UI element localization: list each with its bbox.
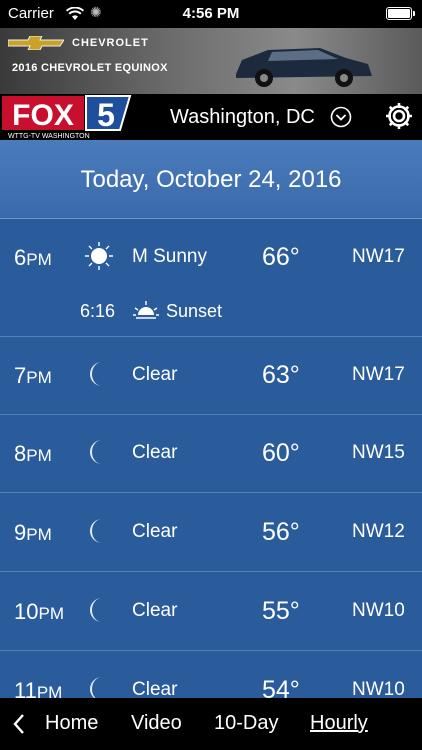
condition-label: Clear [132,679,178,698]
sunset-label: Sunset [166,301,223,321]
condition-label: Clear [132,442,178,463]
ad-model: 2016 CHEVROLET EQUINOX [12,62,168,74]
chevrolet-bowtie-logo [8,36,64,50]
wind-label: NW17 [352,364,405,385]
forecast-date: Today, October 24, 2016 [80,166,342,193]
ad-brand: CHEVROLET [72,37,149,49]
hourly-row: 11PM Clear 54° NW10 [0,652,422,698]
hourly-row: 6PM M Sunny 66° NW17 6:16 Sunset [0,219,422,337]
hour-label: 11PM [14,678,63,698]
wind-label: NW15 [352,442,405,463]
bottom-nav: Home Video 10-Day Hourly [0,698,422,750]
nav-video[interactable]: Video [131,712,182,735]
moon-icon [90,440,102,464]
temperature-label: 60° [262,439,300,467]
condition-label: Clear [132,600,178,621]
status-time: 4:56 PM [182,5,240,22]
date-bar: Today, October 24, 2016 [0,140,422,219]
gear-icon[interactable] [384,101,414,131]
nav-hourly[interactable]: Hourly [310,712,368,735]
wind-label: NW12 [352,521,405,542]
sunset-time: 6:16 [80,301,116,321]
condition-label: Clear [132,521,178,542]
temperature-label: 55° [262,597,300,625]
location-selector[interactable]: Washington, DC [170,106,315,129]
wind-label: NW10 [352,679,405,698]
temperature-label: 66° [262,243,300,271]
logo-sub: WTTG-TV WASHINGTON [8,133,90,140]
logo-main: FOX [12,99,74,132]
moon-icon [90,598,102,622]
battery-icon [386,7,415,20]
hourly-row: 8PM Clear 60° NW15 [0,415,422,493]
car-image [236,48,372,87]
temperature-label: 63° [262,361,300,389]
hourly-list[interactable]: 6PM M Sunny 66° NW17 6:16 Sunset 7PM Cle… [0,219,422,698]
hour-label: 7PM [14,363,52,388]
status-bar: Carrier ✺ 4:56 PM [0,0,422,28]
hourly-row: 9PM Clear 56° NW12 [0,494,422,572]
ad-banner[interactable]: CHEVROLET 2016 CHEVROLET EQUINOX [0,28,422,94]
sun-icon [85,242,113,270]
hourly-row: 7PM Clear 63° NW17 [0,337,422,415]
wind-label: NW10 [352,600,405,621]
condition-label: M Sunny [132,246,207,267]
fox5-logo[interactable]: FOX 5 WTTG-TV WASHINGTON [0,94,138,140]
hour-label: 6PM [14,245,52,270]
moon-icon [90,677,102,698]
condition-label: Clear [132,364,178,385]
chevron-down-icon[interactable] [330,106,352,128]
hourly-row: 10PM Clear 55° NW10 [0,573,422,651]
moon-icon [90,519,102,543]
temperature-label: 56° [262,518,300,546]
nav-home[interactable]: Home [45,712,98,735]
wind-label: NW17 [352,246,405,267]
sunset-icon [133,301,159,319]
chevron-left-icon[interactable] [12,713,26,735]
logo-number: 5 [97,97,115,133]
temperature-label: 54° [262,676,300,698]
hour-label: 10PM [14,599,64,624]
nav-10-day[interactable]: 10-Day [214,712,278,735]
moon-icon [90,362,102,386]
hour-label: 8PM [14,441,52,466]
app-header: FOX 5 WTTG-TV WASHINGTON Washington, DC [0,94,422,140]
hour-label: 9PM [14,520,52,545]
